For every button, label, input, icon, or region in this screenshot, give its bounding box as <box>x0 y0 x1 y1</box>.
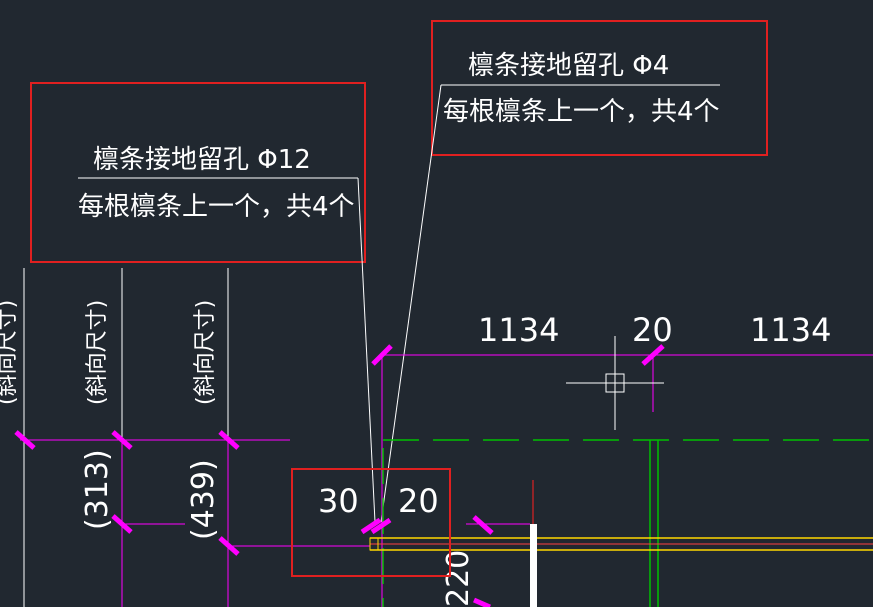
callout-right-frame <box>431 20 768 156</box>
crosshair-cursor-icon <box>566 336 664 430</box>
callout-left-note: 每根檩条上一个，共4个 <box>78 192 355 222</box>
dimension-vertical-313: (313) <box>80 449 115 530</box>
dimension-vertical-439: (439) <box>186 459 221 540</box>
dimension-vertical-220: 220 <box>441 550 476 607</box>
vertical-white-bar <box>530 524 537 607</box>
side-label-1: (斜向尺寸) <box>0 300 20 405</box>
dimension-top-20: 20 <box>632 311 673 349</box>
callout-left-leader <box>357 177 376 523</box>
dimension-detail-20: 20 <box>398 482 439 520</box>
callout-right-title: 檩条接地留孔 Φ4 <box>468 51 669 81</box>
side-label-2: (斜向尺寸) <box>85 300 110 405</box>
cad-viewport[interactable]: 檩条接地留孔 Φ12 每根檩条上一个，共4个 檩条接地留孔 Φ4 每根檩条上一个… <box>0 0 873 607</box>
cad-drawing-canvas: 檩条接地留孔 Φ12 每根檩条上一个，共4个 檩条接地留孔 Φ4 每根檩条上一个… <box>0 0 873 607</box>
dimension-detail-30: 30 <box>318 482 359 520</box>
dimension-top-1134-left: 1134 <box>478 311 559 349</box>
purlin-member <box>369 537 873 551</box>
dimension-top-1134-right: 1134 <box>750 311 831 349</box>
side-label-3: (斜向尺寸) <box>193 300 218 405</box>
callout-left-title: 檩条接地留孔 Φ12 <box>93 145 311 175</box>
callout-right-leader <box>380 84 442 523</box>
callout-right-note: 每根檩条上一个，共4个 <box>443 97 720 127</box>
callout-right: 檩条接地留孔 Φ4 每根檩条上一个，共4个 <box>380 20 768 523</box>
